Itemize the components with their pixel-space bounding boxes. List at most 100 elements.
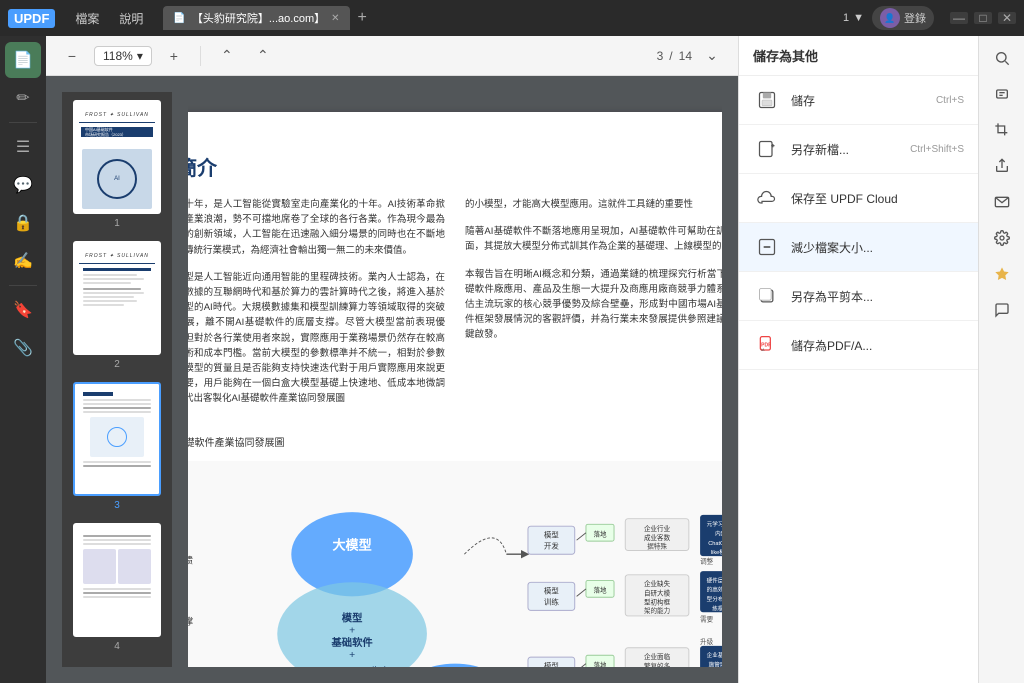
premium-tool-btn[interactable]	[986, 258, 1018, 290]
tool-document[interactable]: 📄	[5, 42, 41, 78]
svg-text:内部: 内部	[715, 530, 722, 538]
maximize-btn[interactable]: □	[974, 12, 992, 24]
tool-outline[interactable]: ☰	[5, 129, 41, 165]
scroll-up-btn[interactable]: ⌃	[213, 42, 241, 70]
save-as-new-icon	[753, 135, 781, 163]
save-flat-item[interactable]: 另存為平剪本...	[739, 272, 978, 321]
tool-edit[interactable]: ✏	[5, 80, 41, 116]
thumbnail-1[interactable]: FROST ✦ SULLIVAN 中国AI基础软件市场研究报告（2023） AI	[70, 100, 164, 229]
svg-text:ChatGPT-: ChatGPT-	[708, 541, 722, 547]
account-btn[interactable]: 👤 登錄	[872, 6, 934, 30]
avatar: 👤	[880, 8, 900, 28]
close-btn[interactable]: ✕	[998, 12, 1016, 24]
mail-tool-btn[interactable]	[986, 186, 1018, 218]
save-shortcut: Ctrl+S	[936, 95, 964, 106]
svg-text:模型: 模型	[544, 586, 559, 596]
svg-text:+: +	[349, 651, 355, 662]
save-cloud-item[interactable]: 保存至 UPDF Cloud	[739, 174, 978, 223]
zoom-display[interactable]: 118% ▾	[94, 46, 152, 66]
settings-tool-btn[interactable]	[986, 222, 1018, 254]
menu-file[interactable]: 檔案	[67, 8, 107, 29]
save-pdfa-item[interactable]: PDF /A 儲存為PDF/A...	[739, 321, 978, 370]
scroll-top-btn[interactable]: ⌃	[249, 42, 277, 70]
page-down-btn[interactable]: ⌄	[698, 42, 726, 70]
svg-text:企业缺失: 企业缺失	[644, 579, 671, 588]
svg-text:模型: 模型	[544, 661, 559, 667]
diagram-area: AI基礎軟件產業協同發展圖 反馈 支撑 大模型	[188, 434, 722, 667]
svg-text:据特殊: 据特殊	[647, 542, 667, 551]
thumb-content: AI	[79, 141, 155, 214]
thumbnail-4[interactable]: 4	[70, 523, 164, 652]
toolbar-sep-1	[200, 46, 201, 66]
zoom-in-btn[interactable]: +	[160, 42, 188, 70]
app-logo: UPDF	[8, 9, 55, 28]
thumbnail-3[interactable]: 3	[70, 382, 164, 511]
svg-text:模型: 模型	[544, 530, 559, 540]
flat-icon	[753, 282, 781, 310]
svg-text:like模型: like模型	[711, 549, 722, 557]
page-number-display: 1 ▼	[843, 12, 864, 24]
menu-help[interactable]: 說明	[111, 8, 151, 29]
chat-tool-btn[interactable]	[986, 294, 1018, 326]
reduce-size-text: 減少檔案大小...	[791, 239, 964, 256]
tool-attach[interactable]: 📎	[5, 330, 41, 366]
save-item[interactable]: 儲存 Ctrl+S	[739, 76, 978, 125]
svg-text:企业基础设: 企业基础设	[707, 652, 722, 660]
svg-text:硬件层之上: 硬件层之上	[707, 577, 722, 585]
new-tab-btn[interactable]: +	[352, 9, 373, 27]
save-as-new-item[interactable]: 另存新檔... Ctrl+Shift+S	[739, 125, 978, 174]
cloud-icon	[753, 184, 781, 212]
save-as-new-text: 另存新檔...	[791, 141, 900, 158]
svg-text:企业行业: 企业行业	[644, 524, 671, 533]
svg-text:型分布式训: 型分布式训	[707, 595, 722, 603]
tool-bookmark[interactable]: 🔖	[5, 292, 41, 328]
svg-text:架的能力: 架的能力	[644, 607, 670, 616]
right-text-2: 隨著AI基礎軟件不斷落地應用呈現加，AI基礎軟件可幫助在訓練層面，其提放大模型分…	[465, 224, 722, 254]
svg-text:生态: 生态	[371, 665, 390, 667]
flat-text: 另存為平剪本...	[791, 288, 964, 305]
svg-text:企业面临: 企业面临	[644, 652, 671, 661]
ocr-tool-btn[interactable]	[986, 78, 1018, 110]
save-as-new-label: 另存新檔...	[791, 141, 900, 158]
tab-close-btn[interactable]: ✕	[331, 13, 339, 24]
right-text-3: 本報告旨在明晰AI概念和分類，通過業鏈的梳理探究行析當下AI基礎軟件廠應用、產品…	[465, 267, 722, 343]
window-controls: — □ ✕	[950, 12, 1016, 24]
titlebar: UPDF 檔案 說明 📄 【头豹研究院】...ao.com】 ✕ + 1 ▼ 👤…	[0, 0, 1024, 36]
page-nav: 3 / 14 ⌄	[657, 42, 726, 70]
thumbnail-page-2: FROST ✦ SULLIVAN	[73, 241, 161, 355]
svg-text:落地: 落地	[593, 586, 607, 595]
tool-separator-2	[9, 285, 37, 286]
thumbnail-page-1: FROST ✦ SULLIVAN 中国AI基础软件市场研究报告（2023） AI	[73, 100, 161, 214]
svg-text:升级: 升级	[700, 637, 714, 646]
paragraph-1: 過去十年，是人工智能從實驗室走向產業化的十年。AI技術革命掀起的產業浪潮，勢不可…	[188, 197, 445, 258]
reduce-size-icon	[753, 233, 781, 261]
page-total: 14	[679, 49, 692, 63]
crop-tool-btn[interactable]	[986, 114, 1018, 146]
share-tool-btn[interactable]	[986, 150, 1018, 182]
active-tab[interactable]: 📄 【头豹研究院】...ao.com】 ✕	[163, 6, 349, 30]
save-icon	[753, 86, 781, 114]
minimize-btn[interactable]: —	[950, 12, 968, 24]
svg-text:落地: 落地	[593, 530, 607, 539]
zoom-out-btn[interactable]: −	[58, 42, 86, 70]
panel-title: 儲存為其他	[753, 46, 818, 65]
zoom-dropdown-icon[interactable]: ▾	[137, 49, 143, 63]
thumb-title-text: 中国AI基础软件市场研究报告（2023）	[85, 127, 126, 137]
svg-text:模型: 模型	[342, 612, 363, 625]
tool-comment[interactable]: 💬	[5, 167, 41, 203]
thumbnail-page-3	[73, 382, 161, 496]
tool-sign[interactable]: ✍	[5, 243, 41, 279]
search-tool-btn[interactable]	[986, 42, 1018, 74]
thumbnail-2[interactable]: FROST ✦ SULLIVAN	[70, 241, 164, 370]
save-as-new-shortcut: Ctrl+Shift+S	[910, 144, 964, 155]
flat-label: 另存為平剪本...	[791, 288, 964, 305]
page-current: 3	[657, 49, 664, 63]
tool-protect[interactable]: 🔒	[5, 205, 41, 241]
thumb-blue-bar: 中国AI基础软件市场研究报告（2023）	[81, 127, 153, 137]
thumbnail-page-4	[73, 523, 161, 637]
svg-text:调整: 调整	[700, 557, 714, 566]
right-text-1: 的小模型，才能高大模型應用。這就件工具鏈的重要性	[465, 197, 722, 212]
svg-text:大模型: 大模型	[332, 537, 371, 553]
reduce-size-item[interactable]: 減少檔案大小...	[739, 223, 978, 272]
diagram-title: AI基礎軟件產業協同發展圖	[188, 434, 722, 449]
